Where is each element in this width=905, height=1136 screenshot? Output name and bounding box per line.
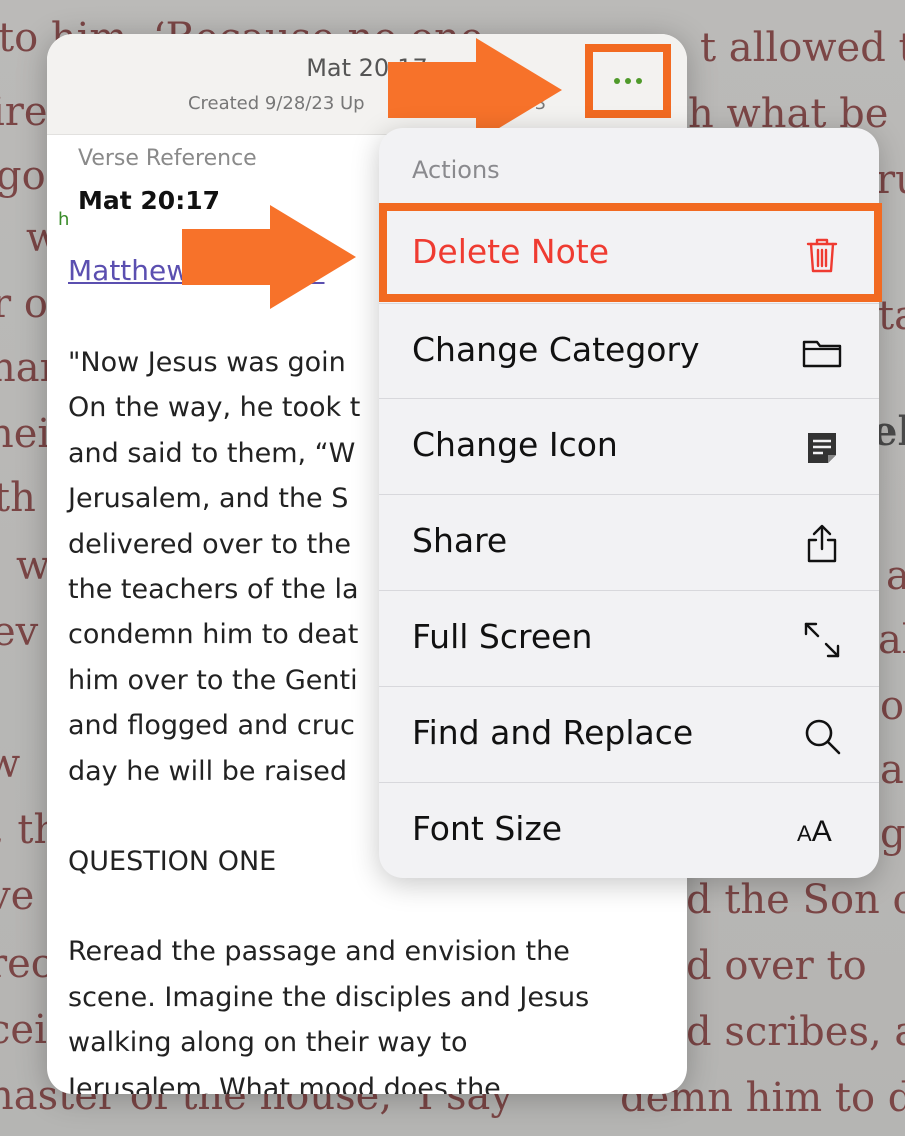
menu-item-change-icon[interactable]: Change Icon (379, 398, 879, 493)
note-icon (808, 433, 836, 463)
note-line: Jerusalem. What mood does the (68, 1072, 501, 1094)
actions-menu-header: Actions (412, 156, 500, 184)
search-icon (805, 719, 841, 755)
note-line: walking along on their way to (68, 1027, 468, 1059)
note-line: scene. Imagine the disciples and Jesus (68, 981, 590, 1013)
ellipsis-icon (614, 78, 642, 84)
menu-item-label: Font Size (412, 809, 563, 848)
menu-item-change-category[interactable]: Change Category (379, 303, 879, 398)
verse-reference-label: Verse Reference (78, 146, 257, 171)
arrow-right-icon (182, 205, 356, 309)
more-options-button[interactable] (585, 44, 671, 118)
expand-icon (804, 622, 840, 658)
menu-item-full-screen[interactable]: Full Screen (379, 590, 879, 685)
heading-marker: h (58, 209, 70, 230)
menu-item-font-size[interactable]: Font Size AA (379, 782, 879, 877)
font-size-icon: AA (797, 815, 832, 848)
menu-item-label: Change Category (412, 330, 700, 369)
folder-icon (802, 340, 842, 368)
menu-item-share[interactable]: Share (379, 494, 879, 589)
menu-item-label: Full Screen (412, 617, 593, 656)
menu-item-find-and-replace[interactable]: Find and Replace (379, 686, 879, 781)
delete-note-highlight (379, 203, 882, 302)
note-line: Reread the passage and envision the (68, 936, 570, 968)
arrow-right-icon (388, 38, 562, 142)
note-subtitle-text: Created 9/28/23 Up (187, 93, 365, 114)
menu-item-label: Find and Replace (412, 713, 694, 752)
menu-item-label: Share (412, 521, 508, 560)
share-icon (807, 524, 837, 563)
menu-item-label: Change Icon (412, 425, 618, 464)
